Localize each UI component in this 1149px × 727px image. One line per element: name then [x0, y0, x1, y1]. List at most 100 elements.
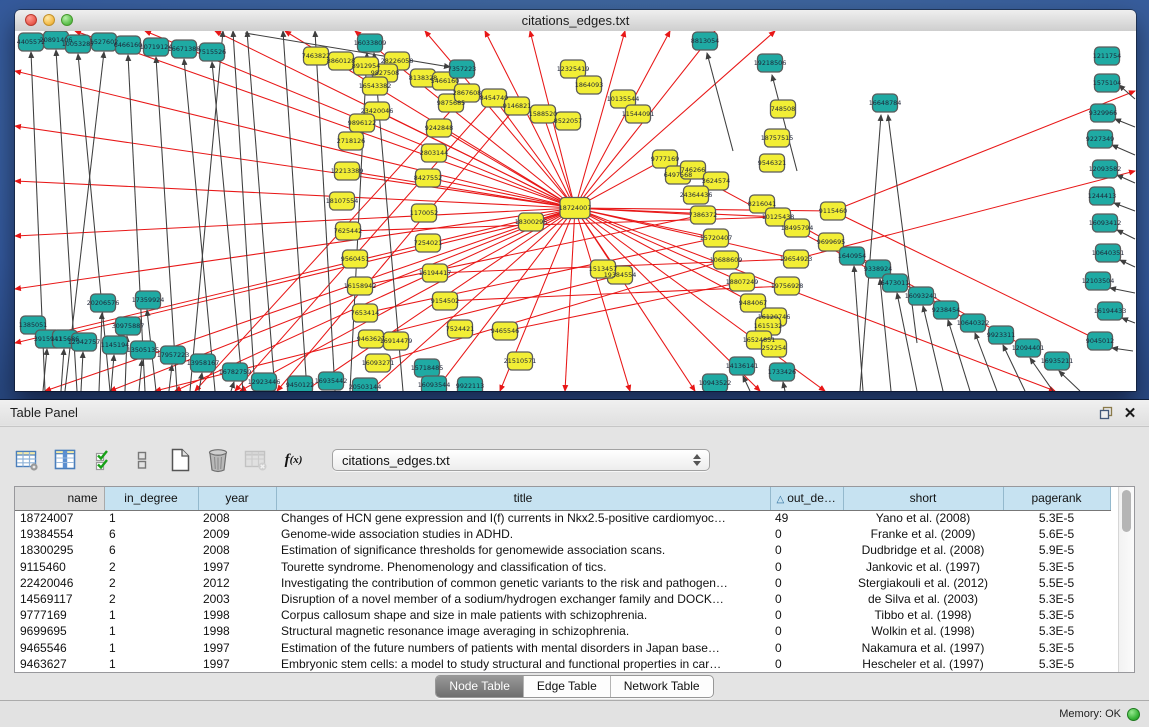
- network-view-window[interactable]: citations_edges.txt 18724007282260589827…: [15, 10, 1136, 391]
- table-cell[interactable]: 0: [770, 623, 843, 639]
- table-cell[interactable]: 5.3E-5: [1003, 510, 1110, 526]
- table-row[interactable]: 1938455462009Genome-wide association stu…: [15, 526, 1110, 542]
- table-row[interactable]: 977716911998Corpus callosum shape and si…: [15, 607, 1110, 623]
- table-cell[interactable]: Wolkin et al. (1998): [843, 623, 1003, 639]
- scrollbar-thumb[interactable]: [1122, 490, 1131, 532]
- delete-table-icon[interactable]: [204, 447, 231, 474]
- table-cell[interactable]: 2: [104, 591, 198, 607]
- graph-edge[interactable]: [575, 208, 1055, 391]
- graph-edge[interactable]: [1115, 119, 1135, 127]
- table-cell[interactable]: 1998: [198, 623, 276, 639]
- table-cell[interactable]: 1: [104, 607, 198, 623]
- graph-edge[interactable]: [505, 282, 742, 331]
- column-header-name[interactable]: name: [15, 487, 104, 510]
- table-cell[interactable]: de Silva et al. (2003): [843, 591, 1003, 607]
- table-cell[interactable]: 0: [770, 559, 843, 575]
- table-cell[interactable]: 6: [104, 526, 198, 542]
- table-cell[interactable]: 1: [104, 510, 198, 526]
- table-cell[interactable]: 49: [770, 510, 843, 526]
- table-row[interactable]: 1830029562008Estimation of significance …: [15, 542, 1110, 558]
- float-panel-icon[interactable]: [1097, 404, 1115, 422]
- graph-edge[interactable]: [199, 373, 202, 391]
- graph-edge[interactable]: [1122, 318, 1135, 323]
- graph-edge[interactable]: [190, 31, 223, 391]
- table-row[interactable]: 911546021997Tourette syndrome. Phenomeno…: [15, 559, 1110, 575]
- table-cell[interactable]: 0: [770, 607, 843, 623]
- graph-edge[interactable]: [1114, 203, 1135, 211]
- citation-network-graph[interactable]: 1872400728226058982750816543382234200469…: [15, 31, 1136, 391]
- graph-edge[interactable]: [231, 382, 234, 391]
- table-cell[interactable]: Estimation of the future numbers of pati…: [276, 640, 770, 656]
- graph-edge[interactable]: [283, 31, 307, 391]
- table-cell[interactable]: 9115460: [15, 559, 104, 575]
- table-row[interactable]: 1872400712008Changes of HCN gene express…: [15, 510, 1110, 526]
- column-header-short[interactable]: short: [843, 487, 1003, 510]
- graph-edge[interactable]: [565, 208, 575, 391]
- table-row[interactable]: 946554611997Estimation of the future num…: [15, 640, 1110, 656]
- table-cell[interactable]: Investigating the contribution of common…: [276, 575, 770, 591]
- graph-edge[interactable]: [897, 293, 917, 391]
- table-cell[interactable]: 0: [770, 591, 843, 607]
- graph-edge[interactable]: [783, 382, 785, 391]
- table-cell[interactable]: 5.5E-5: [1003, 575, 1110, 591]
- table-cell[interactable]: 5.6E-5: [1003, 526, 1110, 542]
- table-cell[interactable]: Embryonic stem cells: a model to study s…: [276, 656, 770, 672]
- table-cell[interactable]: 14569117: [15, 591, 104, 607]
- table-row[interactable]: 2242004622012Investigating the contribut…: [15, 575, 1110, 591]
- window-titlebar[interactable]: citations_edges.txt: [15, 10, 1136, 32]
- table-cell[interactable]: 2009: [198, 526, 276, 542]
- table-cell[interactable]: 9463627: [15, 656, 104, 672]
- memory-ok-indicator[interactable]: [1127, 708, 1140, 721]
- table-cell[interactable]: Jankovic et al. (1997): [843, 559, 1003, 575]
- graph-edge[interactable]: [575, 31, 625, 208]
- table-cell[interactable]: 9699695: [15, 623, 104, 639]
- function-builder-icon[interactable]: f(x): [280, 447, 307, 474]
- table-cell[interactable]: Franke et al. (2009): [843, 526, 1003, 542]
- table-vertical-scrollbar[interactable]: [1118, 487, 1134, 672]
- table-cell[interactable]: Tourette syndrome. Phenomenology and cla…: [276, 559, 770, 575]
- table-cell[interactable]: 2: [104, 559, 198, 575]
- table-settings-icon[interactable]: [14, 447, 41, 474]
- column-header-in_degree[interactable]: in_degree: [104, 487, 198, 510]
- graph-edge[interactable]: [81, 352, 83, 391]
- table-cell[interactable]: 5.3E-5: [1003, 559, 1110, 575]
- graph-edge[interactable]: [1117, 175, 1135, 183]
- graph-edge[interactable]: [707, 53, 733, 151]
- graph-edge[interactable]: [1059, 371, 1080, 391]
- tab-network-table[interactable]: Network Table: [610, 676, 713, 697]
- table-cell[interactable]: 2008: [198, 542, 276, 558]
- table-cell[interactable]: 1997: [198, 640, 276, 656]
- table-cell[interactable]: Yano et al. (2008): [843, 510, 1003, 526]
- graph-edge[interactable]: [575, 31, 670, 208]
- table-cell[interactable]: Hescheler et al. (1997): [843, 656, 1003, 672]
- table-cell[interactable]: 5.3E-5: [1003, 623, 1110, 639]
- graph-edge[interactable]: [111, 355, 114, 391]
- create-table-icon[interactable]: [166, 447, 193, 474]
- table-header-row[interactable]: namein_degreeyeartitle△out_de…shortpager…: [15, 487, 1110, 510]
- table-cell[interactable]: 2: [104, 575, 198, 591]
- table-cell[interactable]: Structural magnetic resonance image aver…: [276, 623, 770, 639]
- select-all-columns-icon[interactable]: [90, 447, 117, 474]
- show-columns-icon[interactable]: [52, 447, 79, 474]
- table-cell[interactable]: 9777169: [15, 607, 104, 623]
- table-cell[interactable]: 2008: [198, 510, 276, 526]
- table-cell[interactable]: Corpus callosum shape and size in male p…: [276, 607, 770, 623]
- table-cell[interactable]: 18724007: [15, 510, 104, 526]
- table-cell[interactable]: 0: [770, 656, 843, 672]
- table-cell[interactable]: 9465546: [15, 640, 104, 656]
- table-cell[interactable]: 1997: [198, 656, 276, 672]
- minimize-window-button[interactable]: [43, 14, 55, 26]
- graph-edge[interactable]: [156, 57, 177, 391]
- table-cell[interactable]: 5.3E-5: [1003, 591, 1110, 607]
- table-cell[interactable]: Dudbridge et al. (2008): [843, 542, 1003, 558]
- table-selector-dropdown[interactable]: citations_edges.txt: [332, 449, 710, 471]
- tab-node-table[interactable]: Node Table: [436, 676, 523, 697]
- column-header-title[interactable]: title: [276, 487, 770, 510]
- graph-edge[interactable]: [1120, 260, 1135, 267]
- table-row[interactable]: 946362711997Embryonic stem cells: a mode…: [15, 656, 1110, 672]
- table-cell[interactable]: 1998: [198, 607, 276, 623]
- table-cell[interactable]: 0: [770, 526, 843, 542]
- table-cell[interactable]: 19384554: [15, 526, 104, 542]
- table-cell[interactable]: 5.3E-5: [1003, 656, 1110, 672]
- table-cell[interactable]: 5.3E-5: [1003, 607, 1110, 623]
